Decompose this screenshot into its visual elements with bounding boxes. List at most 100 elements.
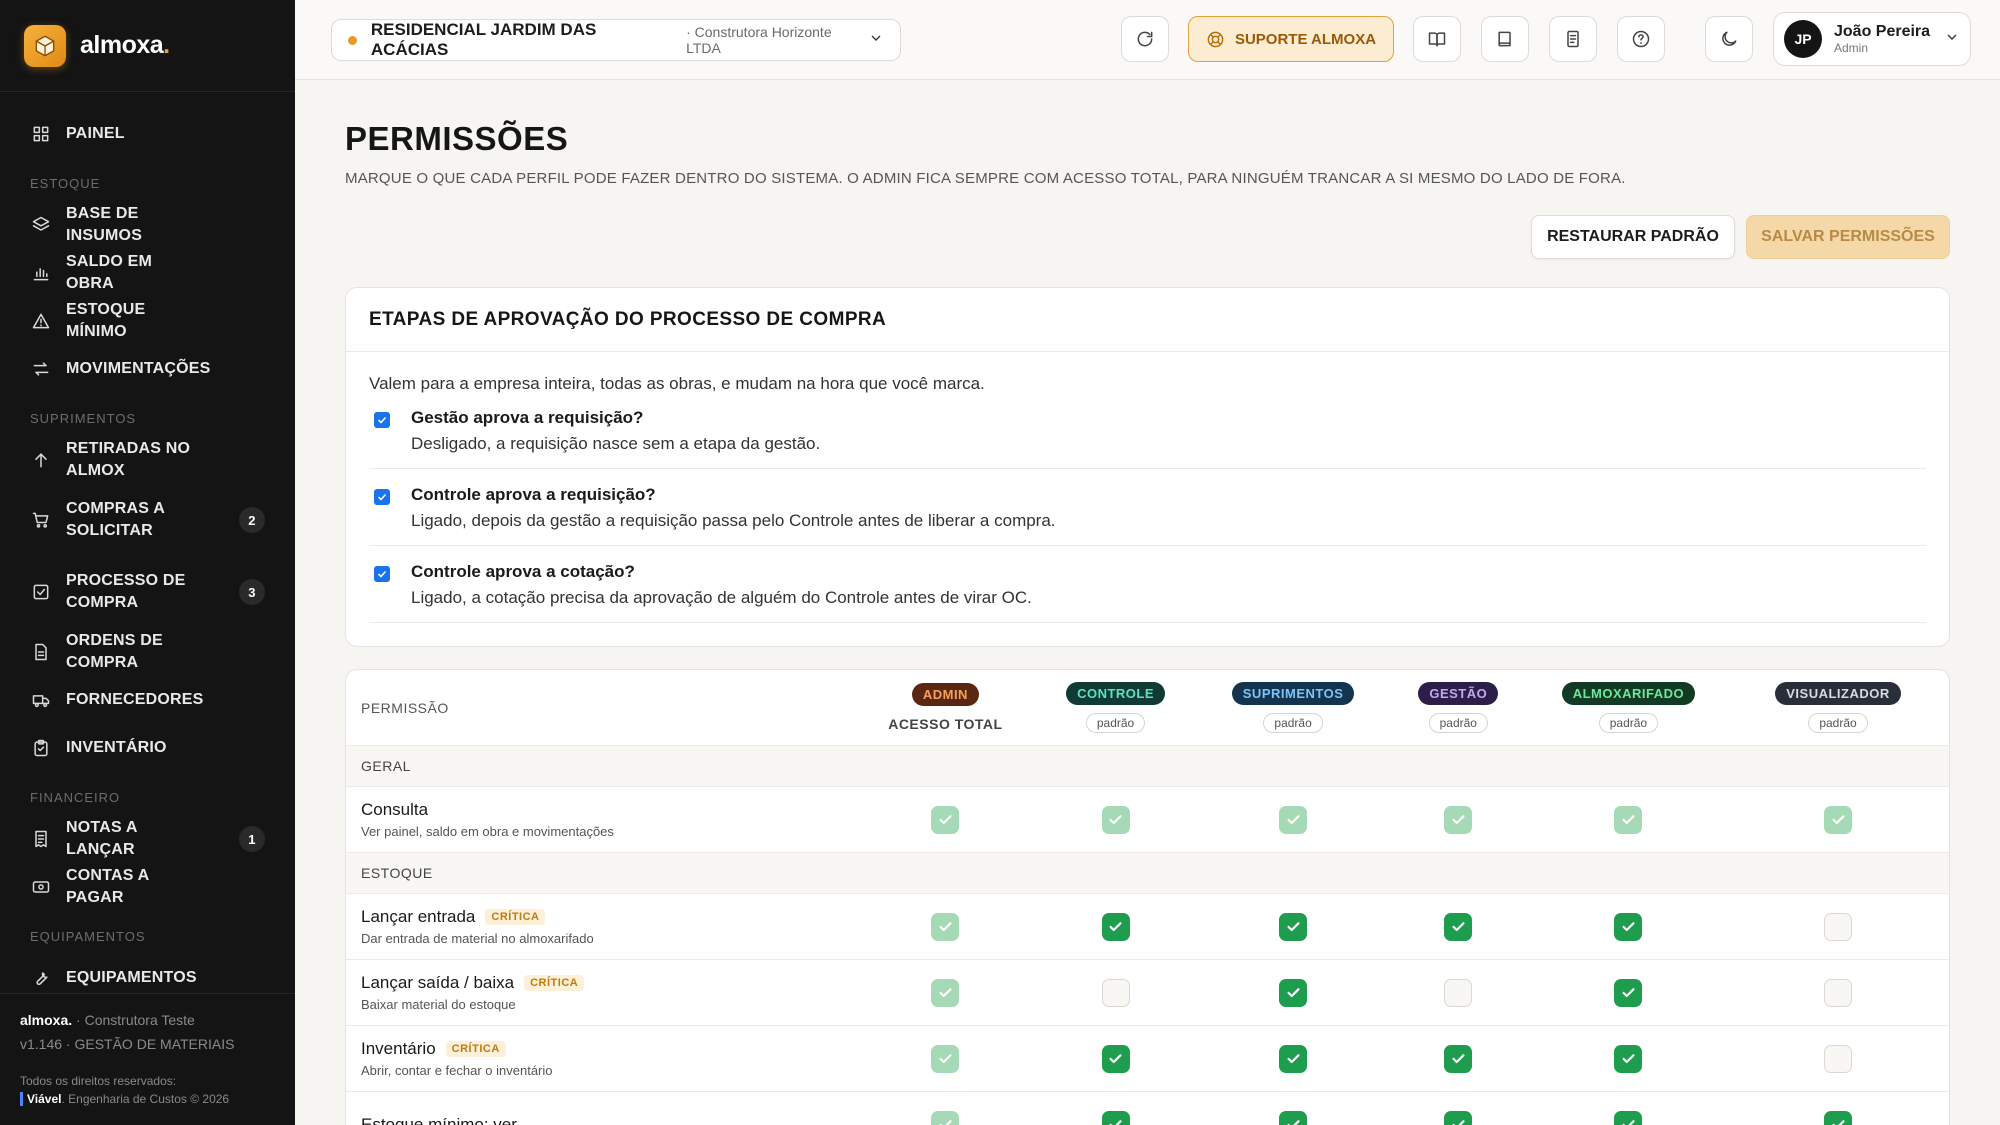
check-icon <box>1109 1120 1122 1125</box>
permission-cell <box>1530 1092 1727 1125</box>
sidebar-item-notas-a-lancar[interactable]: NOTAS A LANÇAR 1 <box>0 815 295 863</box>
permission-checkbox <box>1279 805 1308 834</box>
sidebar-item-saldo-em-obra[interactable]: SALDO EM OBRA <box>0 249 295 297</box>
theme-toggle-button[interactable] <box>1705 16 1753 62</box>
permission-checkbox <box>931 912 960 941</box>
refresh-button[interactable] <box>1121 16 1169 62</box>
permission-checkbox[interactable] <box>1824 978 1853 1007</box>
guide-button[interactable] <box>1413 16 1461 62</box>
permission-checkbox[interactable] <box>1101 1110 1130 1125</box>
sidebar-item-processo-de-compra[interactable]: PROCESSO DE COMPRA 3 <box>0 556 295 628</box>
sidebar-item-contas-a-pagar[interactable]: CONTAS A PAGAR <box>0 863 295 911</box>
check-icon <box>1287 922 1300 932</box>
permission-checkbox[interactable] <box>1279 978 1308 1007</box>
critical-badge: CRÍTICA <box>485 909 546 925</box>
check-icon <box>1831 1120 1845 1125</box>
permission-checkbox[interactable] <box>1614 1110 1643 1125</box>
page-title: PERMISSÕES <box>345 120 569 157</box>
permission-row: Lançar saída / baixa CRÍTICA Baixar materi… <box>346 960 1949 1026</box>
check-icon <box>1452 1054 1465 1064</box>
help-circle-icon <box>1632 30 1650 48</box>
permission-checkbox[interactable] <box>1279 1044 1308 1073</box>
project-status-dot <box>348 35 357 45</box>
check-icon <box>1622 1120 1635 1125</box>
permission-cell <box>859 787 1032 852</box>
permission-checkbox[interactable] <box>1824 1044 1853 1073</box>
role-sub-label: padrão <box>1598 713 1659 733</box>
permission-row: Inventário CRÍTICA Abrir, contar e fechar … <box>346 1026 1949 1092</box>
wrench-icon <box>30 967 52 989</box>
sidebar-item-fornecedores[interactable]: FORNECEDORES <box>0 676 295 724</box>
sidebar-section-label: EQUIPAMENTOS <box>30 929 146 944</box>
sidebar-item-base-de-insumos[interactable]: BASE DE INSUMOS <box>0 201 295 249</box>
main-content: PERMISSÕES MARQUE O QUE CADA PERFIL PODE… <box>295 80 2000 1125</box>
permission-row: Estoque mínimo: ver <box>346 1092 1949 1125</box>
notes-button[interactable] <box>1549 16 1597 62</box>
save-permissions-button[interactable]: SALVAR PERMISSÕES <box>1746 215 1950 259</box>
role-sub-label: padrão <box>1428 713 1488 733</box>
count-badge: 3 <box>239 579 265 605</box>
check-icon <box>939 922 952 932</box>
file-icon <box>30 641 52 663</box>
sidebar-item-label: RETIRADAS NO ALMOX <box>66 440 191 479</box>
bar-chart-icon <box>30 262 52 284</box>
permission-checkbox[interactable] <box>1444 912 1473 941</box>
project-name: RESIDENCIAL JARDIM DAS ACÁCIAS <box>370 20 597 59</box>
support-label: SUPORTE ALMOXA <box>1234 30 1377 48</box>
permission-checkbox <box>931 805 960 834</box>
permission-checkbox[interactable] <box>1824 912 1853 941</box>
permission-checkbox[interactable] <box>1444 978 1473 1007</box>
role-column-header: GESTÃO padrão <box>1387 670 1530 745</box>
sidebar-item-label: COMPRAS A SOLICITAR <box>66 500 165 539</box>
role-column-header: SUPRIMENTOS padrão <box>1199 670 1386 745</box>
approval-checkbox[interactable] <box>374 412 390 428</box>
permission-checkbox[interactable] <box>1824 1110 1853 1125</box>
sidebar-item-retiradas[interactable]: RETIRADAS NO ALMOX <box>0 436 295 484</box>
support-button[interactable]: SUPORTE ALMOXA <box>1188 16 1394 62</box>
chevron-down-icon <box>868 30 884 51</box>
role-column-header: VISUALIZADOR padrão <box>1727 670 1949 745</box>
sidebar-item-label: ESTOQUE MÍNIMO <box>66 301 146 340</box>
permission-checkbox[interactable] <box>1101 978 1130 1007</box>
permission-checkbox[interactable] <box>1101 912 1130 941</box>
help-button[interactable] <box>1617 16 1665 62</box>
role-sub-label: ACESSO TOTAL <box>888 716 1003 732</box>
sidebar-item-movimentacoes[interactable]: MOVIMENTAÇÕES <box>0 345 295 393</box>
permission-checkbox[interactable] <box>1444 1044 1473 1073</box>
permission-checkbox[interactable] <box>1279 912 1308 941</box>
sidebar-item-estoque-minimo[interactable]: ESTOQUE MÍNIMO <box>0 297 295 345</box>
layers-icon <box>30 214 52 236</box>
lifebuoy-icon <box>1207 31 1224 47</box>
approval-options: Gestão aprova a requisição? Desligado, a … <box>346 394 1949 623</box>
user-menu[interactable]: JP João Pereira Admin <box>1773 12 1971 66</box>
project-selector[interactable]: RESIDENCIAL JARDIM DAS ACÁCIAS · Constru… <box>331 19 901 61</box>
book-open-icon <box>1428 32 1446 47</box>
permission-checkbox[interactable] <box>1614 1044 1643 1073</box>
sidebar-item-ordens-de-compra[interactable]: ORDENS DE COMPRA <box>0 628 295 676</box>
role-sub-label: padrão <box>1085 713 1146 733</box>
brand[interactable]: almoxa. <box>0 0 295 92</box>
sidebar-item-compras-a-solicitar[interactable]: COMPRAS A SOLICITAR 2 <box>0 484 295 556</box>
critical-badge: CRÍTICA <box>524 975 585 991</box>
permission-checkbox[interactable] <box>1101 1044 1130 1073</box>
check-icon <box>939 815 952 825</box>
permission-cell <box>1530 894 1727 959</box>
sidebar-item-inventario[interactable]: INVENTÁRIO <box>0 724 295 772</box>
arrows-swap-icon <box>30 358 52 380</box>
approval-checkbox[interactable] <box>374 566 390 582</box>
role-badge: ALMOXARIFADO <box>1561 682 1696 705</box>
permission-checkbox[interactable] <box>1444 1110 1473 1125</box>
permission-row: Consulta Ver painel, saldo em obra e movi… <box>346 787 1949 853</box>
manual-button[interactable] <box>1481 16 1529 62</box>
permission-checkbox <box>931 978 960 1007</box>
permission-checkbox[interactable] <box>1614 912 1643 941</box>
permission-checkbox[interactable] <box>1614 978 1643 1007</box>
approval-checkbox[interactable] <box>374 489 390 505</box>
restore-defaults-button[interactable]: RESTAURAR PADRÃO <box>1531 215 1735 259</box>
sidebar-item-painel[interactable]: PAINEL <box>0 110 295 158</box>
permission-name: Estoque mínimo: ver <box>346 1092 859 1125</box>
approval-option-desc: Desligado, a requisição nasce sem a etap… <box>411 434 821 453</box>
permission-checkbox <box>931 1110 960 1125</box>
permission-checkbox[interactable] <box>1279 1110 1308 1125</box>
check-icon <box>1287 988 1300 998</box>
